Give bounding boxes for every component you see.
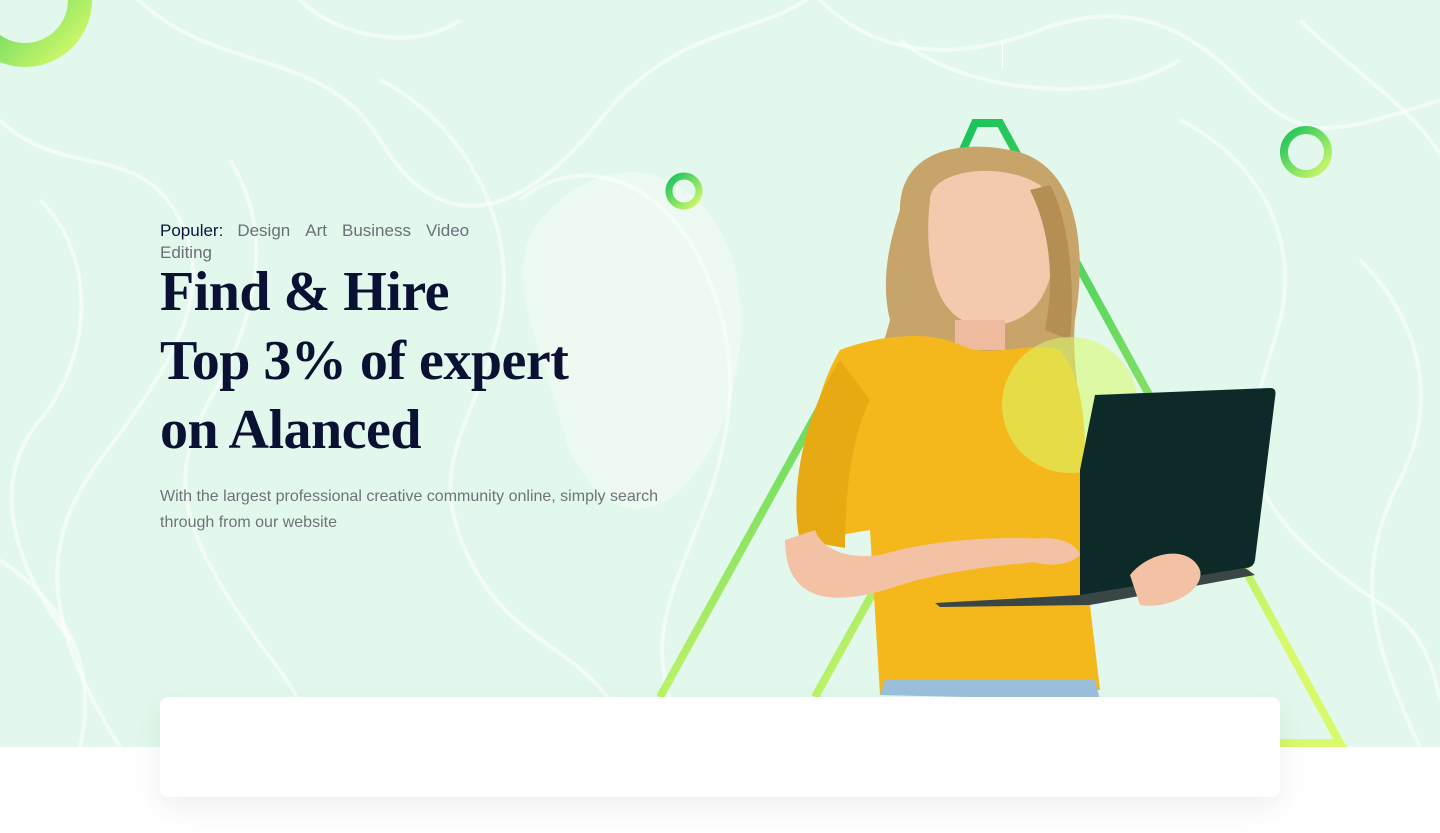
popular-label: Populer:: [160, 221, 224, 240]
hero-headline: Find & Hire Top 3% of expert on Alanced: [160, 258, 569, 465]
ring-decoration-top-left: [0, 0, 92, 67]
header-divider: [1002, 42, 1003, 70]
popular-tag-art[interactable]: Art: [305, 221, 327, 240]
popular-tag-business[interactable]: Business: [342, 221, 411, 240]
headline-line-3: on Alanced: [160, 399, 422, 461]
search-card[interactable]: [160, 697, 1280, 797]
hero-illustration: [656, 119, 1347, 747]
hero-section: Populer: Design Art Business Video Editing F…: [0, 0, 1440, 747]
headline-line-1: Find & Hire: [160, 261, 450, 323]
popular-tag-design[interactable]: Design: [237, 221, 290, 240]
hero-subtext: With the largest professional creative c…: [160, 488, 658, 531]
headline-line-2: Top 3% of expert: [160, 330, 569, 392]
